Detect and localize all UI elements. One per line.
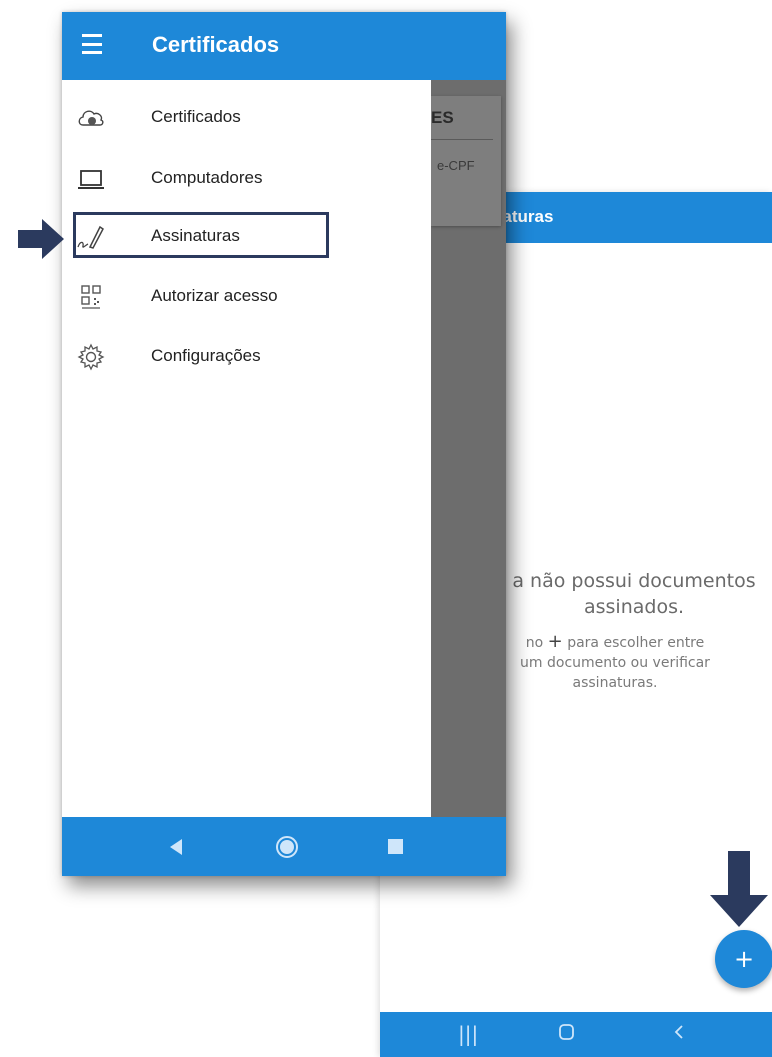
drawer-app-bar: Certificados bbox=[62, 12, 506, 80]
add-fab-button[interactable]: + bbox=[715, 930, 772, 988]
navigation-drawer: Certificados Computadores Assinaturas Au… bbox=[62, 80, 431, 817]
drawer-item-label: Certificados bbox=[151, 107, 241, 126]
qr-code-icon bbox=[76, 283, 106, 311]
drawer-item-label: Computadores bbox=[151, 168, 263, 187]
card-divider bbox=[431, 139, 493, 140]
home-circle-icon[interactable] bbox=[275, 835, 299, 864]
back-triangle-icon[interactable] bbox=[168, 838, 184, 861]
hint-prefix: no bbox=[525, 635, 544, 651]
certificate-card-type: e-CPF bbox=[437, 158, 475, 173]
drawer-item-configuracoes[interactable]: Configurações bbox=[62, 328, 431, 386]
scrim-overlay[interactable]: ES e-CPF bbox=[431, 80, 506, 817]
arrow-down-annotation-icon bbox=[710, 851, 768, 932]
empty-state-hint-line-1: no + para escolher entre bbox=[490, 632, 740, 653]
arrow-right-annotation-icon bbox=[18, 219, 64, 264]
drawer-item-autorizar-acesso[interactable]: Autorizar acesso bbox=[62, 268, 431, 326]
cloud-certificate-icon bbox=[76, 104, 106, 132]
empty-state-message: a não possui documentos assinados. bbox=[508, 568, 760, 620]
drawer-item-label: Autorizar acesso bbox=[151, 286, 278, 305]
empty-state-hint: no + para escolher entre um documento ou… bbox=[490, 632, 740, 693]
plus-icon: + bbox=[733, 945, 755, 973]
drawer-system-nav-bar bbox=[62, 817, 506, 876]
back-nav-icon[interactable] bbox=[672, 1022, 686, 1046]
home-nav-icon[interactable] bbox=[558, 1022, 576, 1046]
certificate-card-heading: ES bbox=[431, 108, 454, 127]
empty-state-hint-line-2: um documento ou verificar bbox=[520, 655, 710, 671]
drawer-item-label: Configurações bbox=[151, 346, 261, 365]
drawer-item-computadores[interactable]: Computadores bbox=[62, 150, 431, 208]
gear-icon bbox=[76, 343, 106, 371]
certificate-card: ES e-CPF bbox=[431, 96, 501, 226]
plus-inline-icon: + bbox=[547, 631, 563, 652]
assinaturas-highlight-box bbox=[73, 212, 329, 258]
empty-state-line-2: assinados. bbox=[583, 596, 685, 618]
drawer-screen: ES e-CPF Certificados Certificados Compu… bbox=[62, 12, 506, 876]
hamburger-menu-icon[interactable] bbox=[82, 34, 102, 54]
recents-square-icon[interactable] bbox=[388, 839, 403, 859]
empty-state-line-1: a não possui documentos bbox=[512, 570, 756, 592]
drawer-title: Certificados bbox=[152, 32, 280, 57]
drawer-item-certificados[interactable]: Certificados bbox=[62, 89, 431, 147]
laptop-icon bbox=[76, 165, 106, 193]
system-nav-bar: ||| bbox=[380, 1012, 772, 1057]
empty-state-hint-line-3: assinaturas. bbox=[572, 675, 658, 691]
recents-nav-icon[interactable]: ||| bbox=[458, 1022, 478, 1046]
hint-suffix: para escolher entre bbox=[567, 635, 705, 651]
